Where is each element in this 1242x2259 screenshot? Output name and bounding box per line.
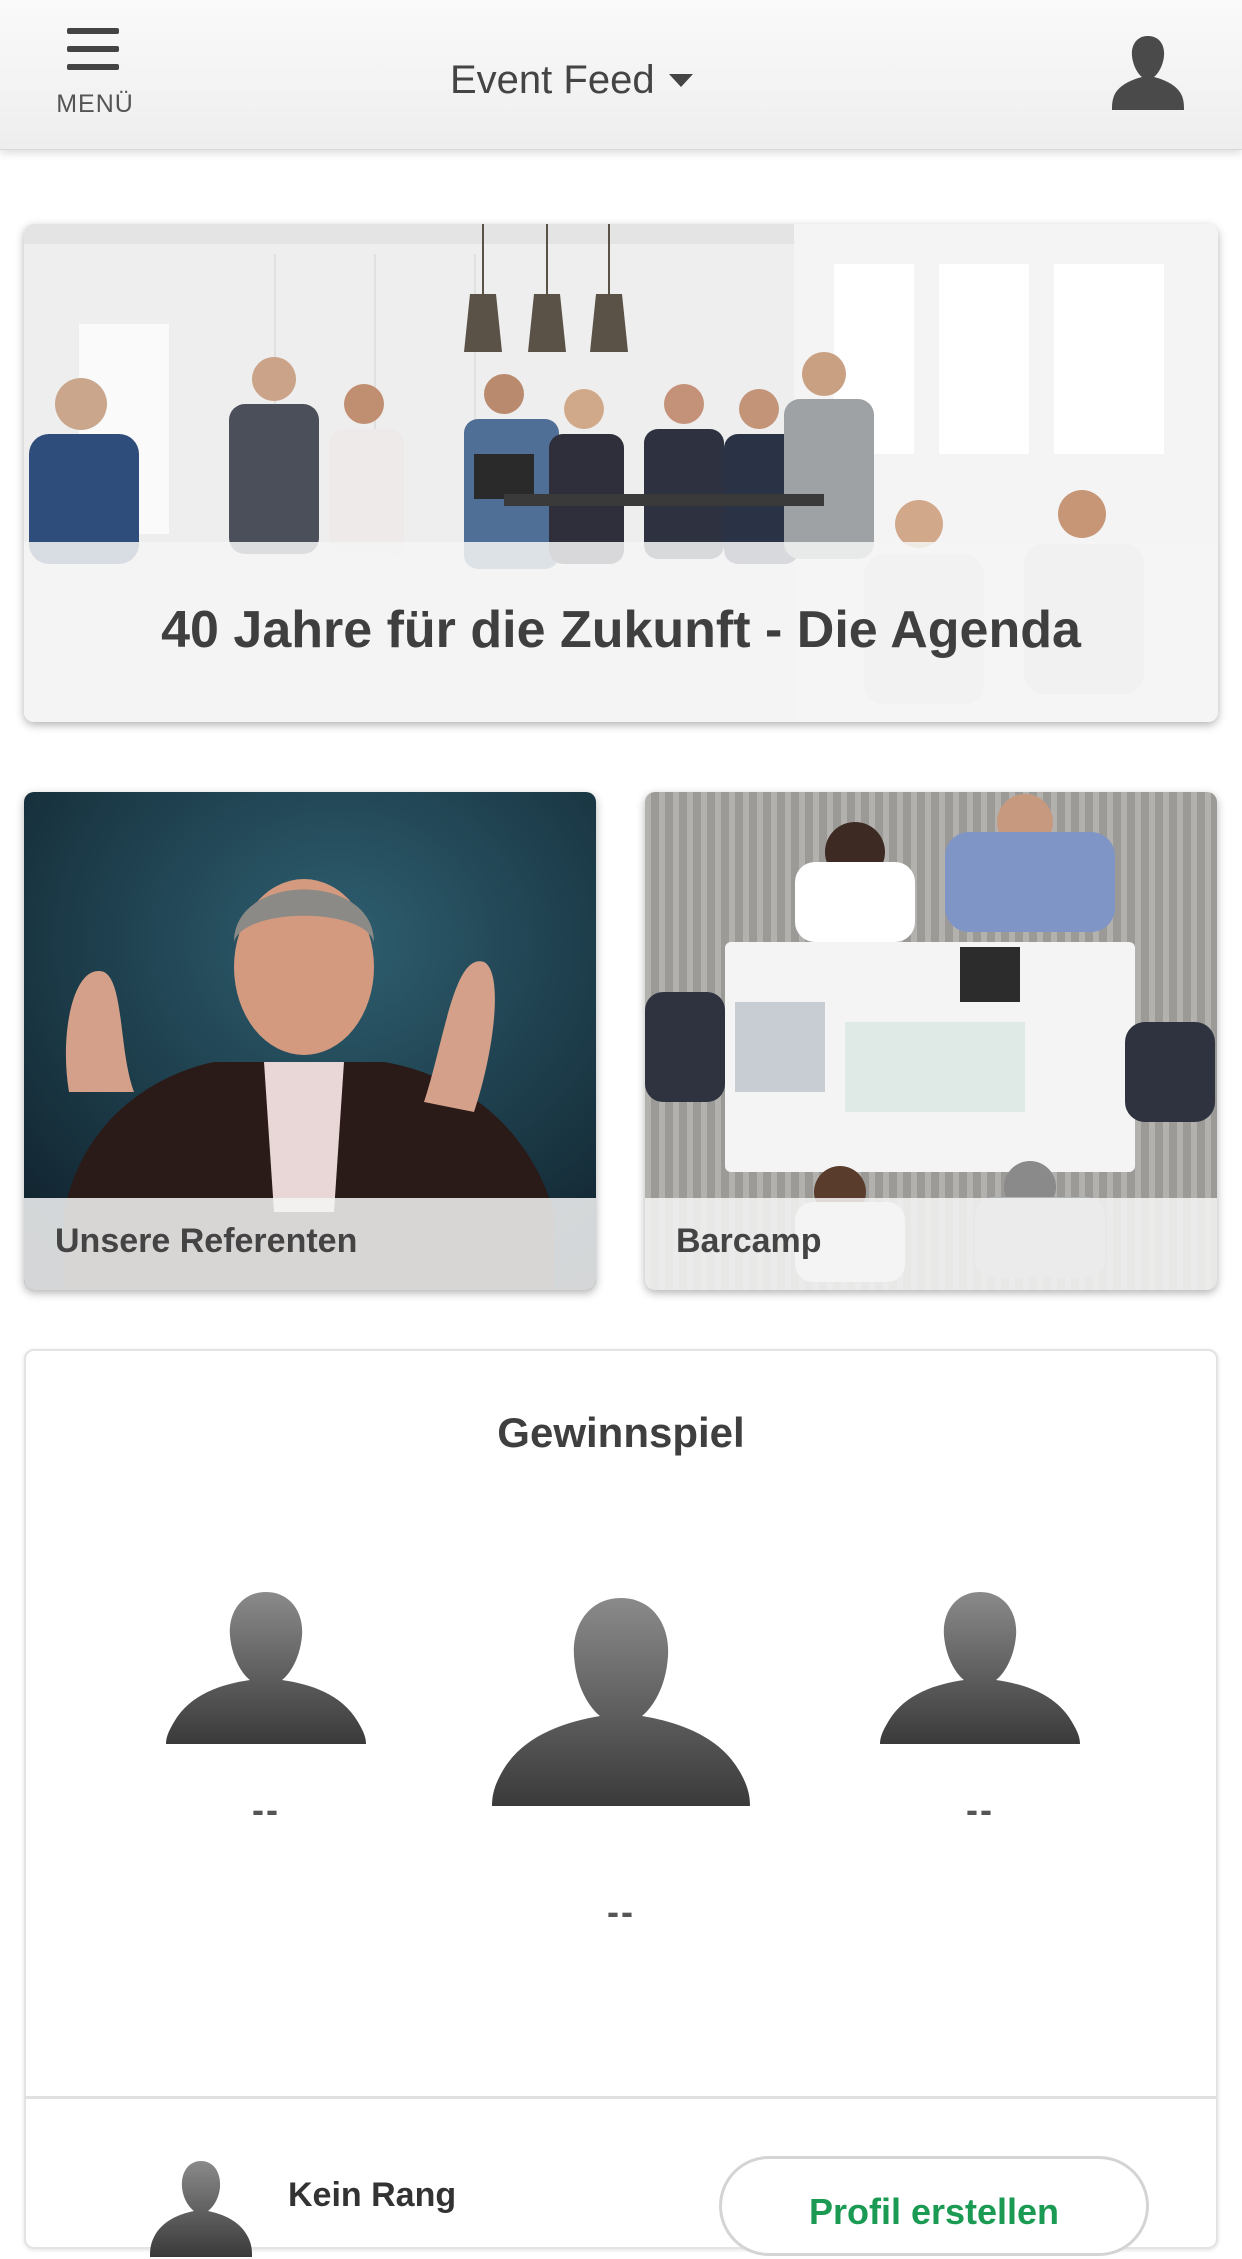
- agenda-card[interactable]: 40 Jahre für die Zukunft - Die Agenda: [24, 224, 1218, 722]
- agenda-title: 40 Jahre für die Zukunft - Die Agenda: [161, 601, 1081, 659]
- user-silhouette-icon: [492, 1598, 750, 1806]
- hero-caption-band: 40 Jahre für die Zukunft - Die Agenda: [24, 542, 1218, 722]
- user-silhouette-icon: [1112, 36, 1184, 110]
- winner-first-place: --: [486, 1596, 756, 1933]
- menu-label: MENÜ: [56, 90, 134, 118]
- user-silhouette-icon: [880, 1592, 1080, 1744]
- event-feed-dropdown[interactable]: Event Feed: [450, 50, 693, 110]
- profile-button[interactable]: [1100, 30, 1196, 120]
- menu-button[interactable]: MENÜ: [40, 24, 150, 124]
- hamburger-icon: [67, 28, 119, 70]
- create-profile-button[interactable]: Profil erstellen: [719, 2156, 1149, 2256]
- caret-down-icon: [668, 73, 693, 87]
- speakers-title: Unsere Referenten: [55, 1222, 358, 1260]
- rank-label: Kein Rang: [288, 2176, 457, 2214]
- barcamp-tile[interactable]: Barcamp: [645, 792, 1217, 1290]
- winner-second-place: --: [162, 1588, 370, 1831]
- winner-name: --: [252, 1789, 280, 1830]
- contest-card: Gewinnspiel -- -- -- Kein Rang Profil er…: [24, 1349, 1218, 2257]
- feed-title: Event Feed: [450, 57, 655, 102]
- top-navigation-bar: MENÜ Event Feed: [0, 0, 1242, 150]
- speakers-caption-band: Unsere Referenten: [24, 1198, 596, 1290]
- winner-third-place: --: [876, 1588, 1084, 1831]
- barcamp-caption-band: Barcamp: [645, 1198, 1217, 1290]
- speakers-tile[interactable]: Unsere Referenten: [24, 792, 596, 1290]
- user-silhouette-icon: [166, 1592, 366, 1744]
- own-avatar-icon: [150, 2161, 252, 2257]
- contest-title: Gewinnspiel: [497, 1409, 745, 1456]
- barcamp-title: Barcamp: [676, 1222, 822, 1260]
- winner-name: --: [607, 1891, 635, 1932]
- winner-name: --: [966, 1789, 994, 1830]
- contest-divider: [26, 2096, 1216, 2099]
